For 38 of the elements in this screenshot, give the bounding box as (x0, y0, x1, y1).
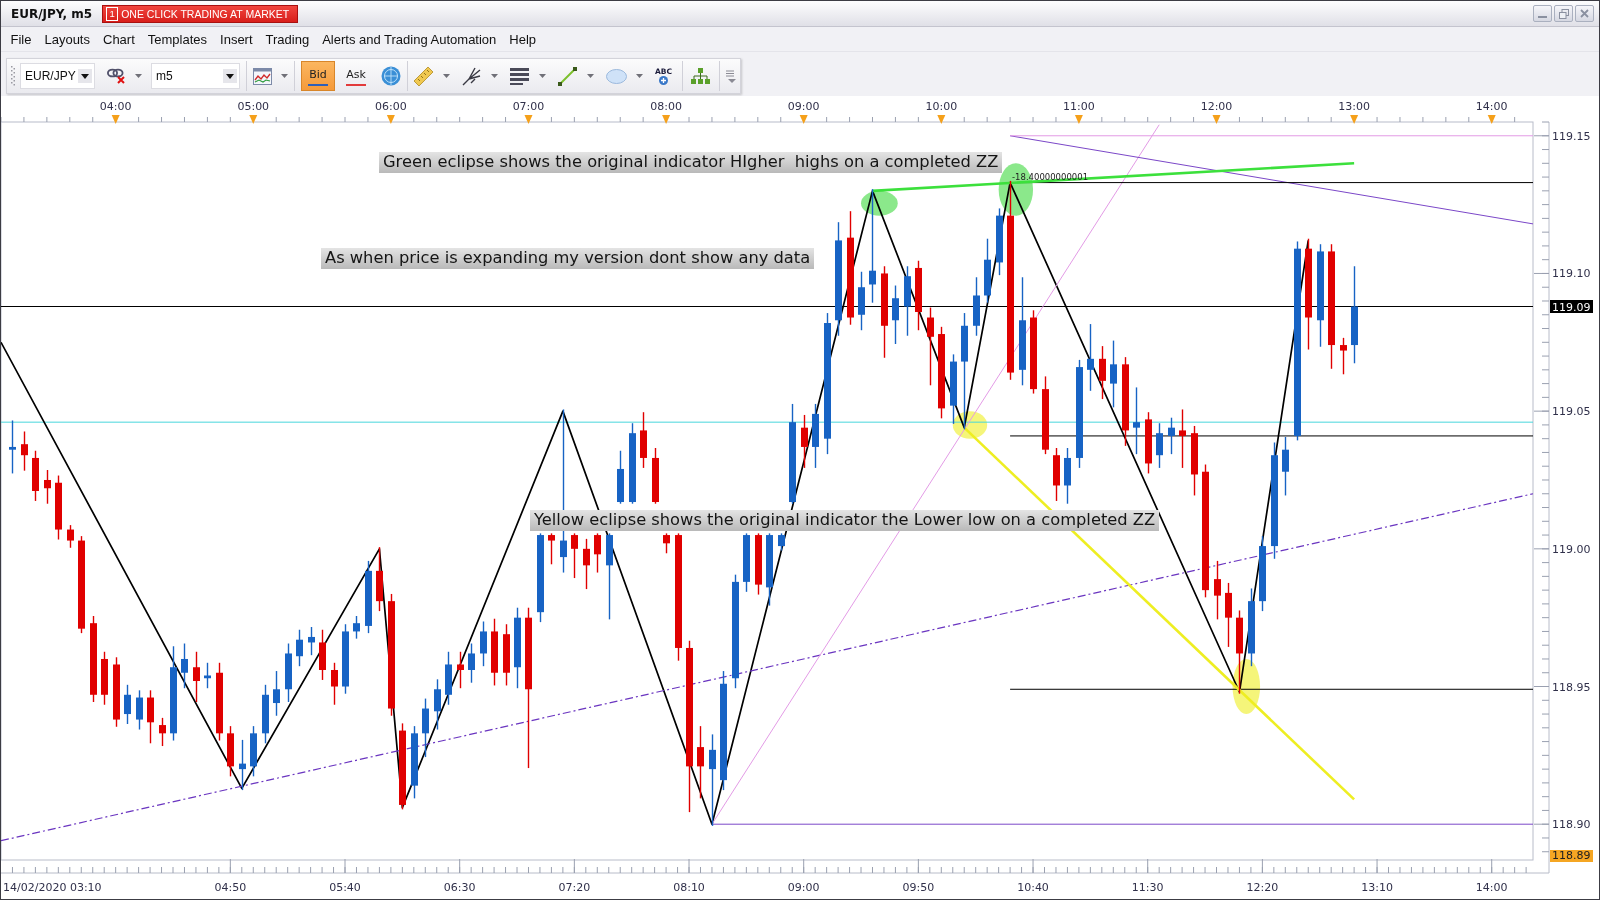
price-label: 119.05 (1552, 405, 1591, 419)
time-label: 07:00 (512, 100, 545, 113)
price-label: 119.10 (1552, 267, 1591, 281)
window-title: EUR/JPY, m5 (11, 6, 93, 21)
time-label: 04:00 (99, 100, 132, 113)
time-label: 10:00 (925, 100, 958, 113)
time-label: 04:50 (214, 881, 247, 894)
price-tag: 118.89 (1550, 850, 1593, 862)
time-label: 06:30 (443, 881, 476, 894)
time-label: 12:20 (1246, 881, 1279, 894)
time-label: 09:50 (902, 881, 935, 894)
price-label: 118.90 (1552, 818, 1591, 832)
time-label: 08:00 (650, 100, 682, 113)
chart-note: As when price is expanding my version dont show any data (321, 248, 815, 269)
time-label: 13:00 (1338, 100, 1370, 113)
point-value-label: -18.40000000001 (1012, 173, 1089, 182)
price-label: 119.15 (1552, 129, 1591, 143)
price-label: 118.95 (1552, 680, 1591, 694)
time-label: 06:00 (375, 100, 407, 113)
time-label: 14:00 (1475, 881, 1508, 894)
time-label: 10:40 (1017, 881, 1049, 894)
price-tag: 119.09 (1550, 300, 1593, 314)
time-label: 12:00 (1200, 100, 1233, 113)
price-label: 119.00 (1552, 542, 1591, 556)
time-label: 11:00 (1063, 100, 1095, 113)
chart-note: Green eclipse shows the original indicator HIgher highs on a completed ZZ (379, 152, 1003, 173)
time-label: 05:00 (237, 100, 270, 113)
time-label: 14/02/2020 03:10 (3, 881, 102, 894)
time-label: 13:10 (1361, 881, 1393, 894)
time-label: 14:00 (1475, 100, 1508, 113)
time-label: 09:00 (787, 881, 820, 894)
chart-note: Yellow eclipse shows the original indicator the Lower low on a completed ZZ (530, 510, 1160, 531)
time-label: 07:20 (558, 881, 591, 894)
time-label: 09:00 (787, 100, 820, 113)
count-indicator: 1 (106, 6, 119, 21)
time-label: 05:40 (329, 881, 361, 894)
time-label: 11:30 (1131, 881, 1164, 894)
time-label: 08:10 (673, 881, 705, 894)
